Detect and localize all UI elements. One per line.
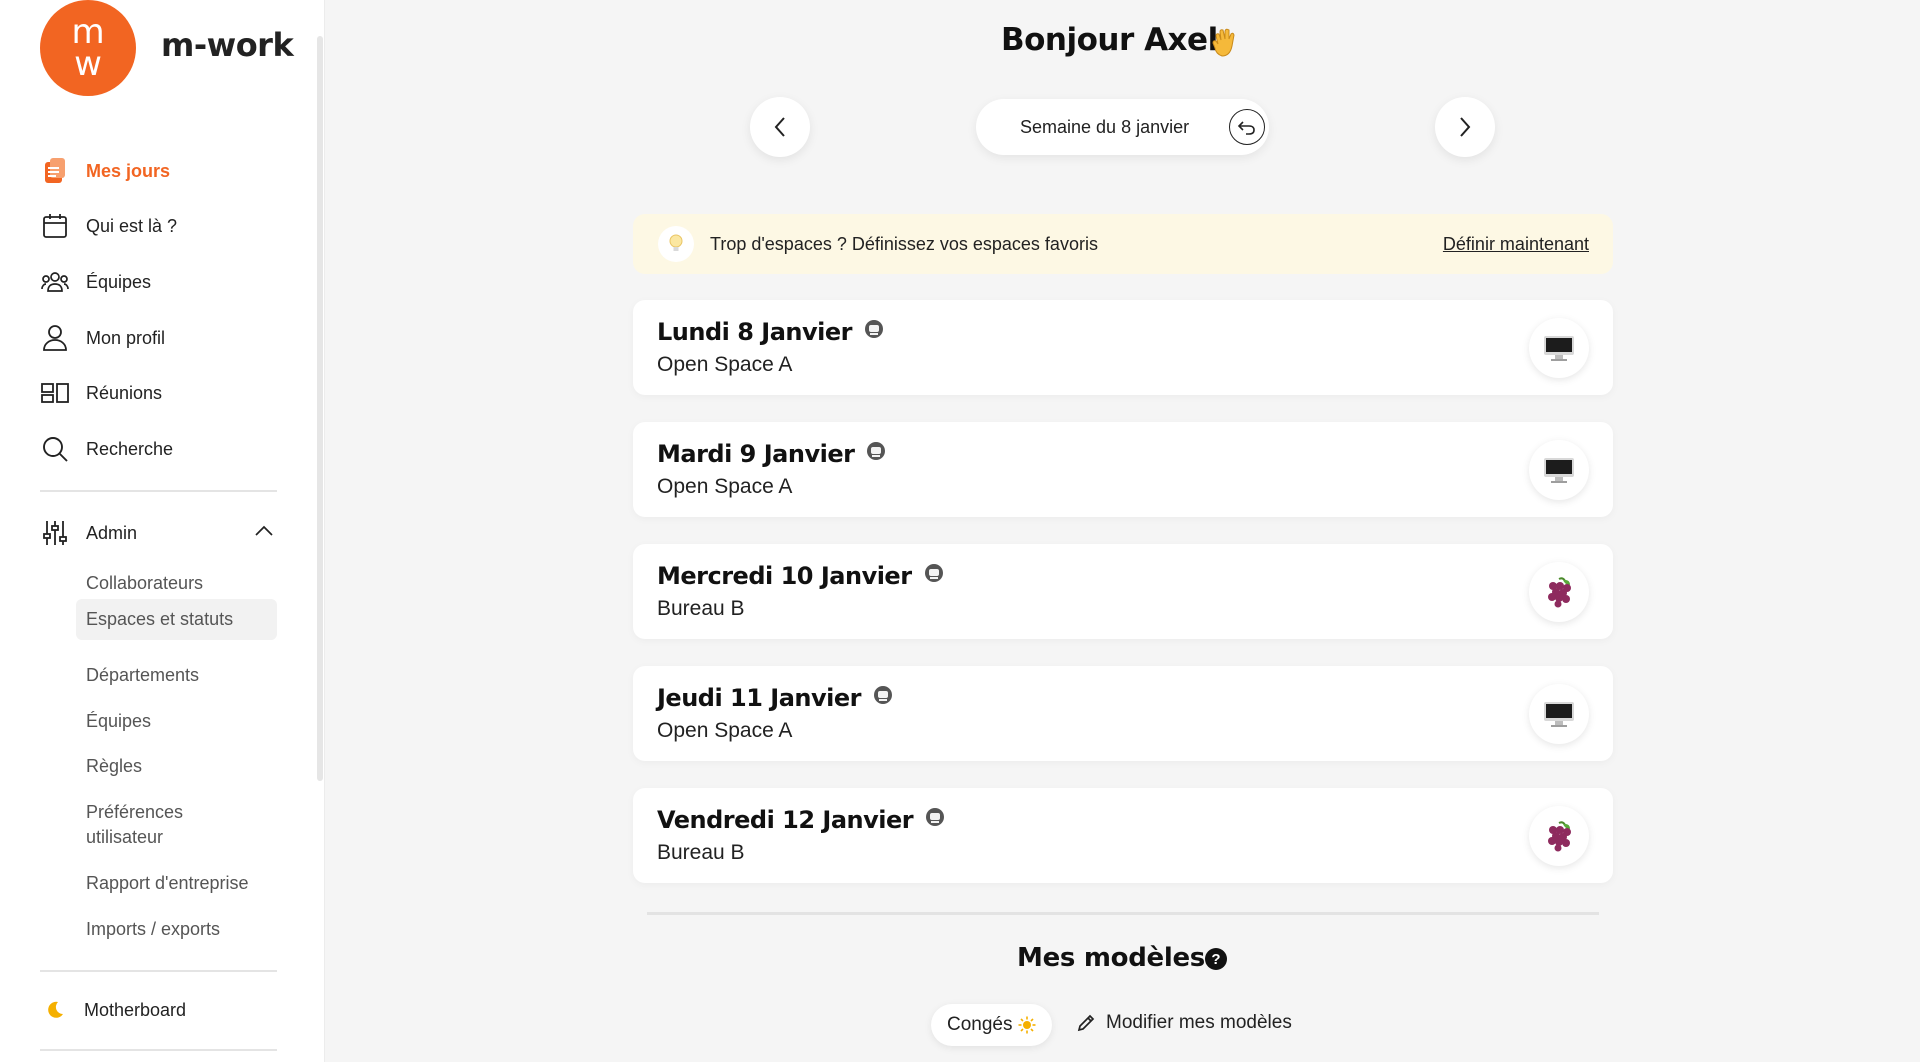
moon-icon: [40, 995, 70, 1025]
day-place: Open Space A: [657, 475, 793, 498]
grapes-icon[interactable]: [1529, 562, 1589, 622]
pencil-icon: [1076, 1013, 1096, 1033]
admin-item-espaces-statuts[interactable]: Espaces et statuts: [76, 599, 277, 640]
favorites-tip-banner: Trop d'espaces ? Définissez vos espaces …: [633, 214, 1613, 274]
day-title: Mercredi 10 Janvier: [657, 562, 944, 590]
nav-label: Équipes: [86, 271, 152, 292]
day-place: Open Space A: [657, 719, 793, 742]
status-icon: [866, 439, 886, 467]
nav-label: Mes jours: [86, 160, 171, 181]
status-icon: [873, 683, 893, 711]
nav-item-motherboard[interactable]: Motherboard: [40, 992, 186, 1028]
day-card[interactable]: Lundi 8 Janvier Open Space A: [633, 300, 1613, 395]
nav-item-mon-profil[interactable]: Mon profil: [40, 320, 165, 356]
status-icon: [924, 561, 944, 589]
nav-item-recherche[interactable]: Recherche: [40, 431, 173, 467]
nav-label: Réunions: [86, 382, 163, 403]
admin-item-rapport[interactable]: Rapport d'entreprise: [76, 863, 277, 904]
day-title: Vendredi 12 Janvier: [657, 806, 945, 834]
admin-item-collaborateurs[interactable]: Collaborateurs: [76, 563, 277, 604]
chevron-left-icon: [774, 117, 785, 137]
nav-item-mes-jours[interactable]: Mes jours: [40, 153, 170, 189]
page-title: Bonjour Axel: [1001, 22, 1218, 58]
models-title: Mes modèles: [1017, 943, 1205, 973]
sidebar-scrollbar[interactable]: [317, 36, 323, 781]
waving-hand-icon: [1210, 26, 1244, 65]
day-card[interactable]: Mercredi 10 Janvier Bureau B: [633, 544, 1613, 639]
status-icon: [864, 317, 884, 345]
desktop-computer-icon[interactable]: [1529, 684, 1589, 744]
nav-item-admin[interactable]: Admin: [40, 515, 137, 551]
sliders-icon: [40, 518, 70, 548]
sidebar-divider: [40, 490, 277, 492]
admin-item-preferences[interactable]: Préférences utilisateur: [76, 792, 226, 858]
nav-label: Motherboard: [84, 999, 187, 1020]
next-week-button[interactable]: [1435, 97, 1495, 157]
logo-bottom: w: [74, 44, 102, 84]
grapes-icon[interactable]: [1529, 806, 1589, 866]
day-card[interactable]: Mardi 9 Janvier Open Space A: [633, 422, 1613, 517]
nav-item-reunions[interactable]: Réunions: [40, 375, 162, 411]
admin-item-imports-exports[interactable]: Imports / exports: [76, 909, 277, 950]
week-selector[interactable]: Semaine du 8 janvier: [976, 99, 1269, 155]
day-card[interactable]: Vendredi 12 Janvier Bureau B: [633, 788, 1613, 883]
edit-models-button[interactable]: Modifier mes modèles: [1076, 1012, 1292, 1034]
day-card[interactable]: Jeudi 11 Janvier Open Space A: [633, 666, 1613, 761]
lightbulb-icon: [658, 226, 694, 262]
undo-icon[interactable]: [1229, 109, 1265, 145]
sidebar: m w m-work Mes jours Qui est là ? Équipe…: [0, 0, 325, 1062]
team-icon: [40, 267, 70, 297]
tip-text: Trop d'espaces ? Définissez vos espaces …: [710, 233, 1098, 254]
day-title: Mardi 9 Janvier: [657, 440, 886, 468]
day-place: Bureau B: [657, 841, 745, 864]
chevron-up-icon[interactable]: [254, 524, 274, 543]
chevron-right-icon: [1460, 117, 1471, 137]
day-place: Bureau B: [657, 597, 745, 620]
nav-label: Recherche: [86, 438, 174, 459]
nav-label: Admin: [86, 522, 138, 543]
brand-name: m-work: [161, 26, 294, 64]
model-chip-conges[interactable]: Congés: [931, 1004, 1052, 1046]
day-title: Lundi 8 Janvier: [657, 318, 884, 346]
previous-week-button[interactable]: [750, 97, 810, 157]
admin-item-departements[interactable]: Départements: [76, 655, 277, 696]
rooms-icon: [40, 378, 70, 408]
sun-icon: [1018, 1016, 1036, 1034]
day-title: Jeudi 11 Janvier: [657, 684, 893, 712]
nav-item-equipes[interactable]: Équipes: [40, 264, 151, 300]
nav-item-qui-est-la[interactable]: Qui est là ?: [40, 208, 177, 244]
clipboard-icon: [40, 156, 70, 186]
define-now-link[interactable]: Définir maintenant: [1443, 234, 1589, 255]
edit-models-label: Modifier mes modèles: [1106, 1012, 1292, 1033]
day-place: Open Space A: [657, 353, 793, 376]
admin-item-equipes[interactable]: Équipes: [76, 701, 277, 742]
desktop-computer-icon[interactable]: [1529, 440, 1589, 500]
section-divider: [647, 912, 1599, 915]
nav-label: Mon profil: [86, 327, 166, 348]
admin-item-regles[interactable]: Règles: [76, 746, 277, 787]
logo[interactable]: m w: [40, 0, 136, 96]
calendar-icon: [40, 211, 70, 241]
help-icon[interactable]: ?: [1205, 948, 1227, 970]
desktop-computer-icon[interactable]: [1529, 318, 1589, 378]
chip-label: Congés: [947, 1014, 1013, 1035]
sidebar-divider: [40, 1049, 277, 1051]
user-icon: [40, 323, 70, 353]
week-label: Semaine du 8 janvier: [1020, 116, 1190, 137]
search-icon: [40, 434, 70, 464]
nav-label: Qui est là ?: [86, 215, 178, 236]
sidebar-divider: [40, 970, 277, 972]
status-icon: [925, 805, 945, 833]
